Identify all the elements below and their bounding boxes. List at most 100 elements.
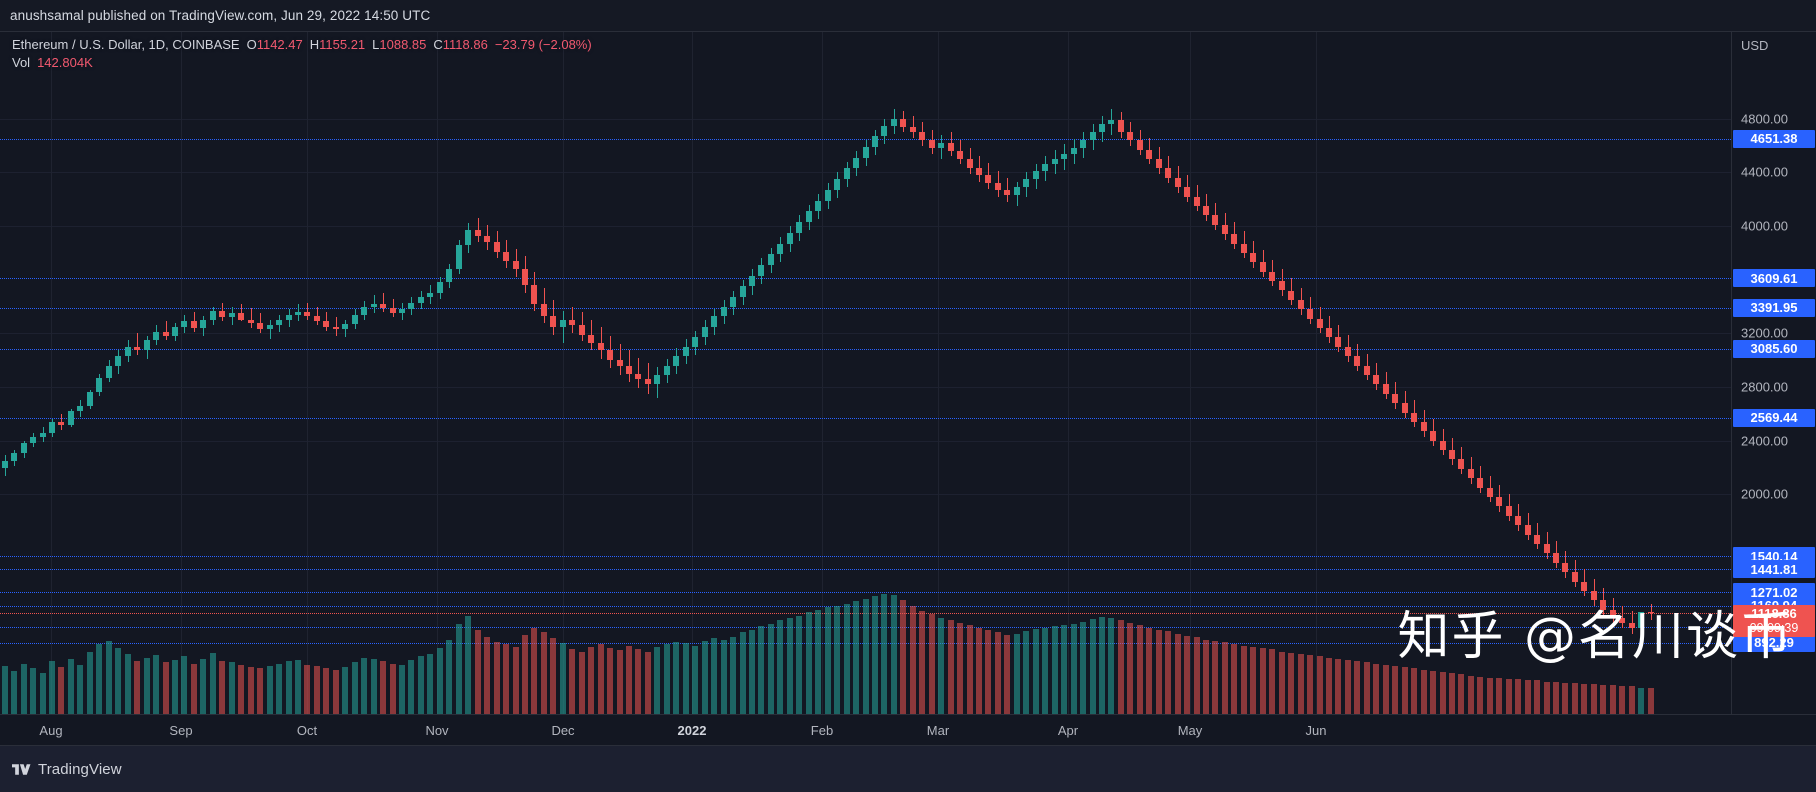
volume-bar xyxy=(863,598,869,714)
volume-bar xyxy=(645,651,651,714)
volume-bar xyxy=(125,654,131,714)
volume-bar xyxy=(1525,680,1531,714)
volume-bar xyxy=(834,606,840,714)
volume-bar xyxy=(513,646,519,714)
volume-bar xyxy=(1023,631,1029,714)
volume-bar xyxy=(1458,674,1464,714)
price-level-badge[interactable]: 3085.60 xyxy=(1733,339,1815,358)
volume-bar xyxy=(1326,657,1332,714)
volume-bar xyxy=(210,652,216,714)
volume-bar xyxy=(1298,654,1304,714)
volume-bar xyxy=(635,649,641,714)
time-axis-tick: Aug xyxy=(39,723,63,738)
price-axis-tick: 4000.00 xyxy=(1741,218,1788,234)
volume-bar xyxy=(929,614,935,714)
volume-bar xyxy=(333,669,339,714)
volume-series xyxy=(0,32,1731,714)
volume-bar xyxy=(560,643,566,714)
volume-bar xyxy=(1222,642,1228,714)
volume-bar xyxy=(465,615,471,714)
volume-bar xyxy=(740,632,746,714)
legend-high-key: H xyxy=(309,37,320,52)
volume-bar xyxy=(891,595,897,714)
volume-bar xyxy=(87,651,93,714)
volume-bar xyxy=(418,656,424,714)
volume-bar xyxy=(77,664,83,714)
volume-bar xyxy=(11,670,17,714)
legend-high-value: 1155.21 xyxy=(319,37,366,52)
volume-bar xyxy=(758,626,764,714)
volume-bar xyxy=(531,627,537,714)
volume-bar xyxy=(1212,640,1218,714)
price-level-badge[interactable]: 1441.81 xyxy=(1733,560,1815,579)
legend-volume-label[interactable]: Vol xyxy=(12,54,30,72)
price-level-badge[interactable]: 3391.95 xyxy=(1733,298,1815,317)
bar-countdown: 09:09:39 xyxy=(1749,620,1799,635)
volume-bar xyxy=(390,663,396,714)
price-axis-tick: 4800.00 xyxy=(1741,111,1788,127)
volume-bar xyxy=(844,603,850,714)
volume-bar xyxy=(163,662,169,714)
chart-frame: Ethereum / U.S. Dollar, 1D, COINBASE O 11… xyxy=(0,31,1816,745)
volume-bar xyxy=(1014,633,1020,714)
volume-bar xyxy=(106,640,112,714)
volume-bar xyxy=(1288,652,1294,714)
volume-bar xyxy=(144,657,150,714)
time-axis-tick: Sep xyxy=(169,723,193,738)
volume-bar xyxy=(1581,684,1587,714)
volume-bar xyxy=(1610,685,1616,714)
volume-bar xyxy=(806,612,812,714)
volume-bar xyxy=(1619,686,1625,714)
volume-bar xyxy=(248,667,254,714)
volume-bar xyxy=(1345,660,1351,714)
volume-bar xyxy=(1449,673,1455,714)
publish-bar: anushsamal published on TradingView.com,… xyxy=(0,0,1816,31)
time-scale[interactable]: Aug Sep Oct Nov Dec 2022 Feb Mar Apr May Jun xyxy=(0,714,1816,745)
price-level-badge[interactable]: 3609.61 xyxy=(1733,269,1815,288)
volume-bar xyxy=(446,639,452,714)
volume-bar xyxy=(522,634,528,714)
volume-bar xyxy=(484,637,490,714)
time-axis-tick: Feb xyxy=(810,723,834,738)
volume-bar xyxy=(541,632,547,714)
volume-bar xyxy=(1373,663,1379,714)
price-level-badge[interactable]: 2569.44 xyxy=(1733,408,1815,427)
volume-bar xyxy=(1572,682,1578,714)
legend-low-value: 1088.85 xyxy=(379,37,427,52)
time-axis-tick: Jun xyxy=(1305,723,1327,738)
volume-bar xyxy=(1383,664,1389,714)
legend-open-key: O xyxy=(246,37,257,52)
volume-bar xyxy=(134,661,140,714)
volume-bar xyxy=(276,663,282,714)
volume-bar xyxy=(721,639,727,714)
volume-bar xyxy=(815,609,821,714)
volume-bar xyxy=(352,662,358,714)
volume-bar xyxy=(976,627,982,714)
volume-bar xyxy=(1108,618,1114,714)
volume-bar xyxy=(1638,687,1644,714)
price-level-badge[interactable]: 4651.38 xyxy=(1733,129,1815,148)
volume-bar xyxy=(181,656,187,714)
volume-bar xyxy=(1440,672,1446,714)
volume-bar xyxy=(1099,616,1105,714)
current-price-badge[interactable]: 1118.86 09:09:39 xyxy=(1733,604,1815,637)
volume-bar xyxy=(957,622,963,714)
volume-bar xyxy=(1042,627,1048,714)
price-level-badge[interactable]: 892.29 xyxy=(1733,633,1815,652)
volume-bar xyxy=(1033,628,1039,714)
price-scale[interactable]: USD 4800.00 4400.00 4000.00 3200.00 2800.00 2… xyxy=(1731,32,1816,714)
volume-bar xyxy=(1317,656,1323,714)
volume-bar xyxy=(948,620,954,714)
volume-bar xyxy=(295,660,301,714)
volume-bar xyxy=(1194,637,1200,714)
volume-bar xyxy=(853,601,859,714)
legend-volume-row: Vol 142.804K xyxy=(12,54,592,72)
chart-pane[interactable]: Ethereum / U.S. Dollar, 1D, COINBASE O 11… xyxy=(0,32,1731,714)
volume-bar xyxy=(1279,651,1285,714)
volume-bar xyxy=(579,651,585,714)
footer-bar: TradingView xyxy=(0,745,1816,792)
tradingview-logo[interactable]: TradingView xyxy=(12,761,122,778)
legend-volume-value: 142.804K xyxy=(37,55,93,70)
volume-bar xyxy=(2,666,8,714)
legend-symbol-title[interactable]: Ethereum / U.S. Dollar, 1D, COINBASE xyxy=(12,36,240,54)
